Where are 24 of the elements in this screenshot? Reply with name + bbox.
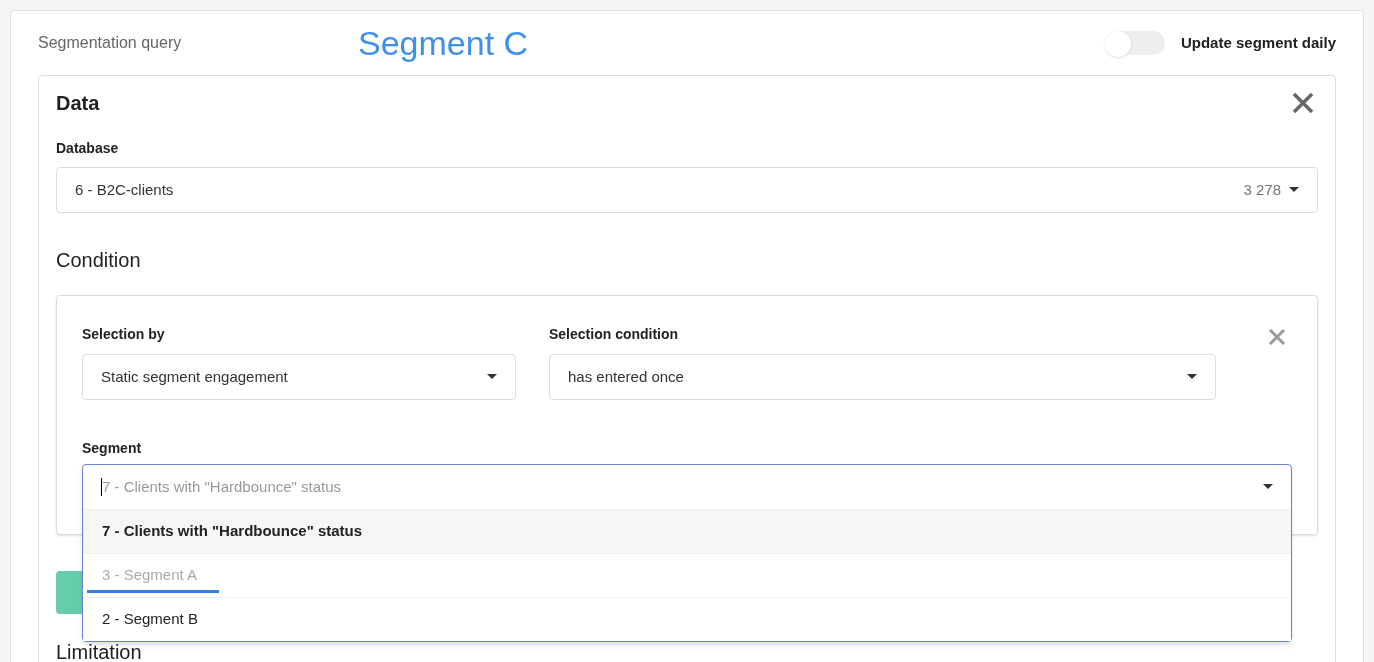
dropdown-option[interactable]: 2 - Segment B: [83, 597, 1291, 641]
close-icon[interactable]: [1268, 328, 1286, 346]
section-label: Segmentation query: [38, 33, 183, 53]
toggle-label: Update segment daily: [1180, 32, 1336, 53]
record-count: 3 278: [1243, 179, 1281, 200]
section-title: Data: [56, 91, 100, 116]
caret-icon: [487, 374, 497, 380]
caret-icon: [1263, 484, 1273, 490]
field-label: Selection condition: [549, 325, 680, 344]
segment-search-field[interactable]: 7 - Clients with "Hardbounce" status: [102, 475, 1263, 499]
segment-title: Segment C: [358, 22, 529, 64]
section-title: Limitation: [56, 640, 143, 662]
field-label: Segment: [82, 439, 143, 458]
selection-by-select[interactable]: Static segment engagement: [82, 354, 516, 400]
field-label: Selection by: [82, 325, 166, 344]
database-select[interactable]: 6 - B2C-clients 3 278: [56, 167, 1318, 213]
toggle-switch[interactable]: [1104, 31, 1165, 55]
caret-icon: [1187, 374, 1197, 380]
caret-icon: [1289, 187, 1299, 193]
close-icon[interactable]: [1292, 92, 1314, 114]
dropdown-option[interactable]: 7 - Clients with "Hardbounce" status: [83, 509, 1291, 553]
selection-condition-select[interactable]: has entered once: [549, 354, 1216, 400]
field-label: Database: [56, 139, 120, 158]
section-title: Condition: [56, 248, 142, 273]
